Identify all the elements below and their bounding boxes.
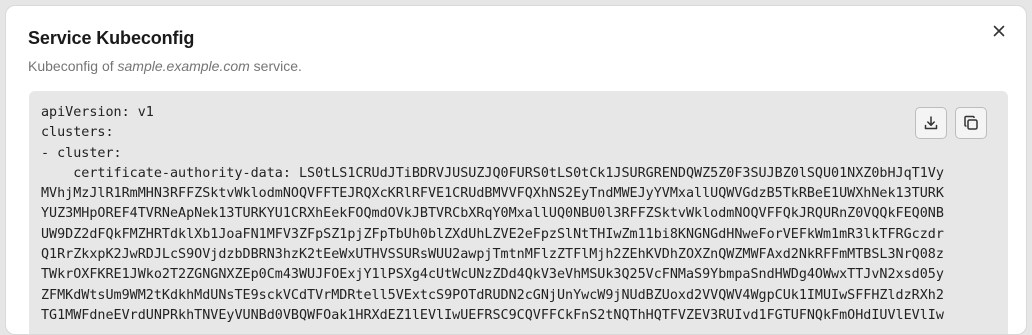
code-line: - cluster: [41, 145, 122, 161]
download-icon [924, 116, 938, 130]
service-host: sample.example.com [117, 58, 250, 74]
dialog-title: Service Kubeconfig [28, 28, 195, 48]
code-line: Q1RrZkxpK2JwRDJLcS9OVjdzbDBRN3hzK2tEeWxU… [41, 247, 944, 263]
close-icon [993, 25, 1005, 37]
code-line: TG1MWFdneEVrdUNPRkhTNVEyVUNBd0VBQWFOak1H… [41, 307, 944, 323]
close-button[interactable] [988, 20, 1010, 42]
code-line: ZFMKdWtsUm9WM2tKdkhMdUNsTE9sckVCdTVrMDRt… [41, 287, 944, 303]
code-line: certificate-authority-data: LS0tLS1CRUdJ… [41, 165, 944, 181]
subtitle-suffix: service. [249, 58, 302, 74]
copy-icon [964, 115, 978, 130]
code-line: clusters: [41, 125, 114, 141]
dialog-subtitle: Kubeconfig of sample.example.com service… [28, 58, 302, 74]
subtitle-prefix: Kubeconfig of [28, 58, 118, 74]
code-line: TWkrOXFKRE1JWko2T2ZGNGNXZEp0Cm43WUJFOExj… [41, 267, 944, 283]
code-line: YUZ3MHpOREF4TVRNeApNek13TURKYU1CRXhEekFO… [41, 206, 944, 222]
code-line: MVhjMzJlR1RmMHN3RFFZSktvWklodmNOQVFFTEJR… [41, 186, 944, 202]
kubeconfig-dialog: Service Kubeconfig Kubeconfig of sample.… [5, 5, 1027, 335]
kubeconfig-text: apiVersion: v1 clusters: - cluster: cert… [41, 103, 998, 326]
code-line: apiVersion: v1 [41, 105, 154, 120]
code-line: UW9DZ2dFQkFMZHRTdklXb1JoaFN1MFV3ZFpSZ1pj… [41, 226, 944, 242]
copy-button[interactable] [955, 107, 987, 139]
download-button[interactable] [915, 107, 947, 139]
kubeconfig-code-block[interactable]: apiVersion: v1 clusters: - cluster: cert… [29, 91, 1008, 334]
